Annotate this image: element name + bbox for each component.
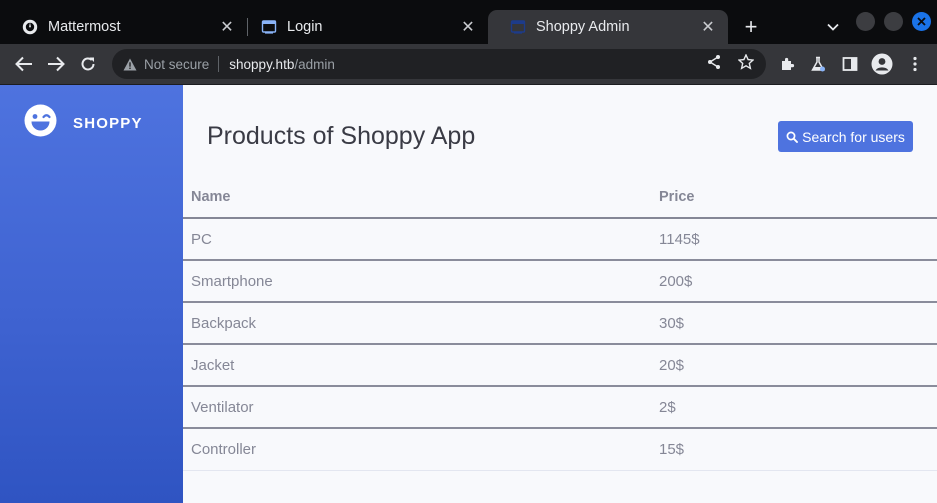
tab-title: Shoppy Admin <box>536 19 630 35</box>
side-panel-icon[interactable] <box>840 54 860 74</box>
url-host: shoppy.htb <box>229 56 295 72</box>
minimize-window-button[interactable] <box>856 12 875 31</box>
reload-icon[interactable] <box>76 52 100 76</box>
bookmark-star-icon[interactable] <box>736 52 756 72</box>
table-row: Smartphone 200$ <box>183 260 937 303</box>
table-row: Ventilator 2$ <box>183 386 937 429</box>
sidebar: SHOPPY <box>0 85 183 503</box>
forward-arrow-icon[interactable] <box>44 52 68 76</box>
product-price-cell: 200$ <box>651 260 937 303</box>
back-arrow-icon[interactable] <box>12 52 36 76</box>
search-users-button[interactable]: Search for users <box>778 121 913 152</box>
labs-flask-icon[interactable] <box>808 54 828 74</box>
close-tab-icon[interactable]: ✕ <box>217 17 237 37</box>
product-price-cell: 2$ <box>651 386 937 429</box>
maximize-window-button[interactable] <box>884 12 903 31</box>
page-title: Products of Shoppy App <box>207 122 476 150</box>
table-row: Backpack 30$ <box>183 302 937 345</box>
security-label[interactable]: Not secure <box>144 57 209 72</box>
table-row: Jacket 20$ <box>183 344 937 387</box>
search-icon <box>786 131 799 143</box>
search-users-label: Search for users <box>802 128 905 145</box>
share-icon[interactable] <box>704 52 724 72</box>
profile-avatar-icon[interactable] <box>871 53 893 75</box>
product-name-cell: Smartphone <box>183 260 651 303</box>
browser-toolbar: Not secure shoppy.htb/admin <box>0 44 937 85</box>
close-window-button[interactable] <box>912 12 931 31</box>
main-content: Products of Shoppy App Search for users … <box>183 85 937 503</box>
product-price-cell: 30$ <box>651 302 937 345</box>
tab-search-chevron-down-icon[interactable] <box>822 16 844 38</box>
product-name-cell: Jacket <box>183 344 651 387</box>
product-name-cell: Backpack <box>183 302 651 345</box>
close-tab-icon[interactable]: ✕ <box>698 17 718 37</box>
url-path: /admin <box>294 56 335 72</box>
product-price-cell: 20$ <box>651 344 937 387</box>
product-name-cell: PC <box>183 218 651 261</box>
brand-name: SHOPPY <box>73 114 143 132</box>
extensions-puzzle-icon[interactable] <box>777 54 797 74</box>
close-tab-icon[interactable]: ✕ <box>458 17 478 37</box>
sidebar-brand[interactable]: SHOPPY <box>24 104 143 142</box>
divider <box>218 56 220 72</box>
close-icon <box>917 17 926 26</box>
tab-shoppy-admin[interactable]: Shoppy Admin ✕ <box>488 10 728 44</box>
laugh-wink-icon <box>24 104 57 142</box>
products-table: Name Price PC 1145$ Smartphone 200$ Back… <box>183 176 937 471</box>
tab-mattermost[interactable]: Mattermost ✕ <box>0 10 247 44</box>
table-header-row: Name Price <box>183 176 937 219</box>
address-bar[interactable]: Not secure shoppy.htb/admin <box>112 49 766 79</box>
table-row: PC 1145$ <box>183 218 937 261</box>
more-menu-icon[interactable] <box>905 54 925 74</box>
product-name-cell: Controller <box>183 428 651 471</box>
column-header-price: Price <box>651 176 937 219</box>
new-tab-button[interactable]: + <box>738 14 764 40</box>
product-price-cell: 1145$ <box>651 218 937 261</box>
tab-title: Login <box>287 19 323 35</box>
tab-login[interactable]: Login ✕ <box>239 10 488 44</box>
page-icon <box>510 19 526 35</box>
browser-tab-strip: Mattermost ✕ Login ✕ Shoppy Admin ✕ + <box>0 0 937 44</box>
product-name-cell: Ventilator <box>183 386 651 429</box>
mattermost-icon <box>22 19 38 35</box>
warning-triangle-icon[interactable] <box>122 56 138 72</box>
tab-title: Mattermost <box>48 19 121 35</box>
page-icon <box>261 19 277 35</box>
table-row: Controller 15$ <box>183 428 937 471</box>
column-header-name: Name <box>183 176 651 219</box>
product-price-cell: 15$ <box>651 428 937 471</box>
